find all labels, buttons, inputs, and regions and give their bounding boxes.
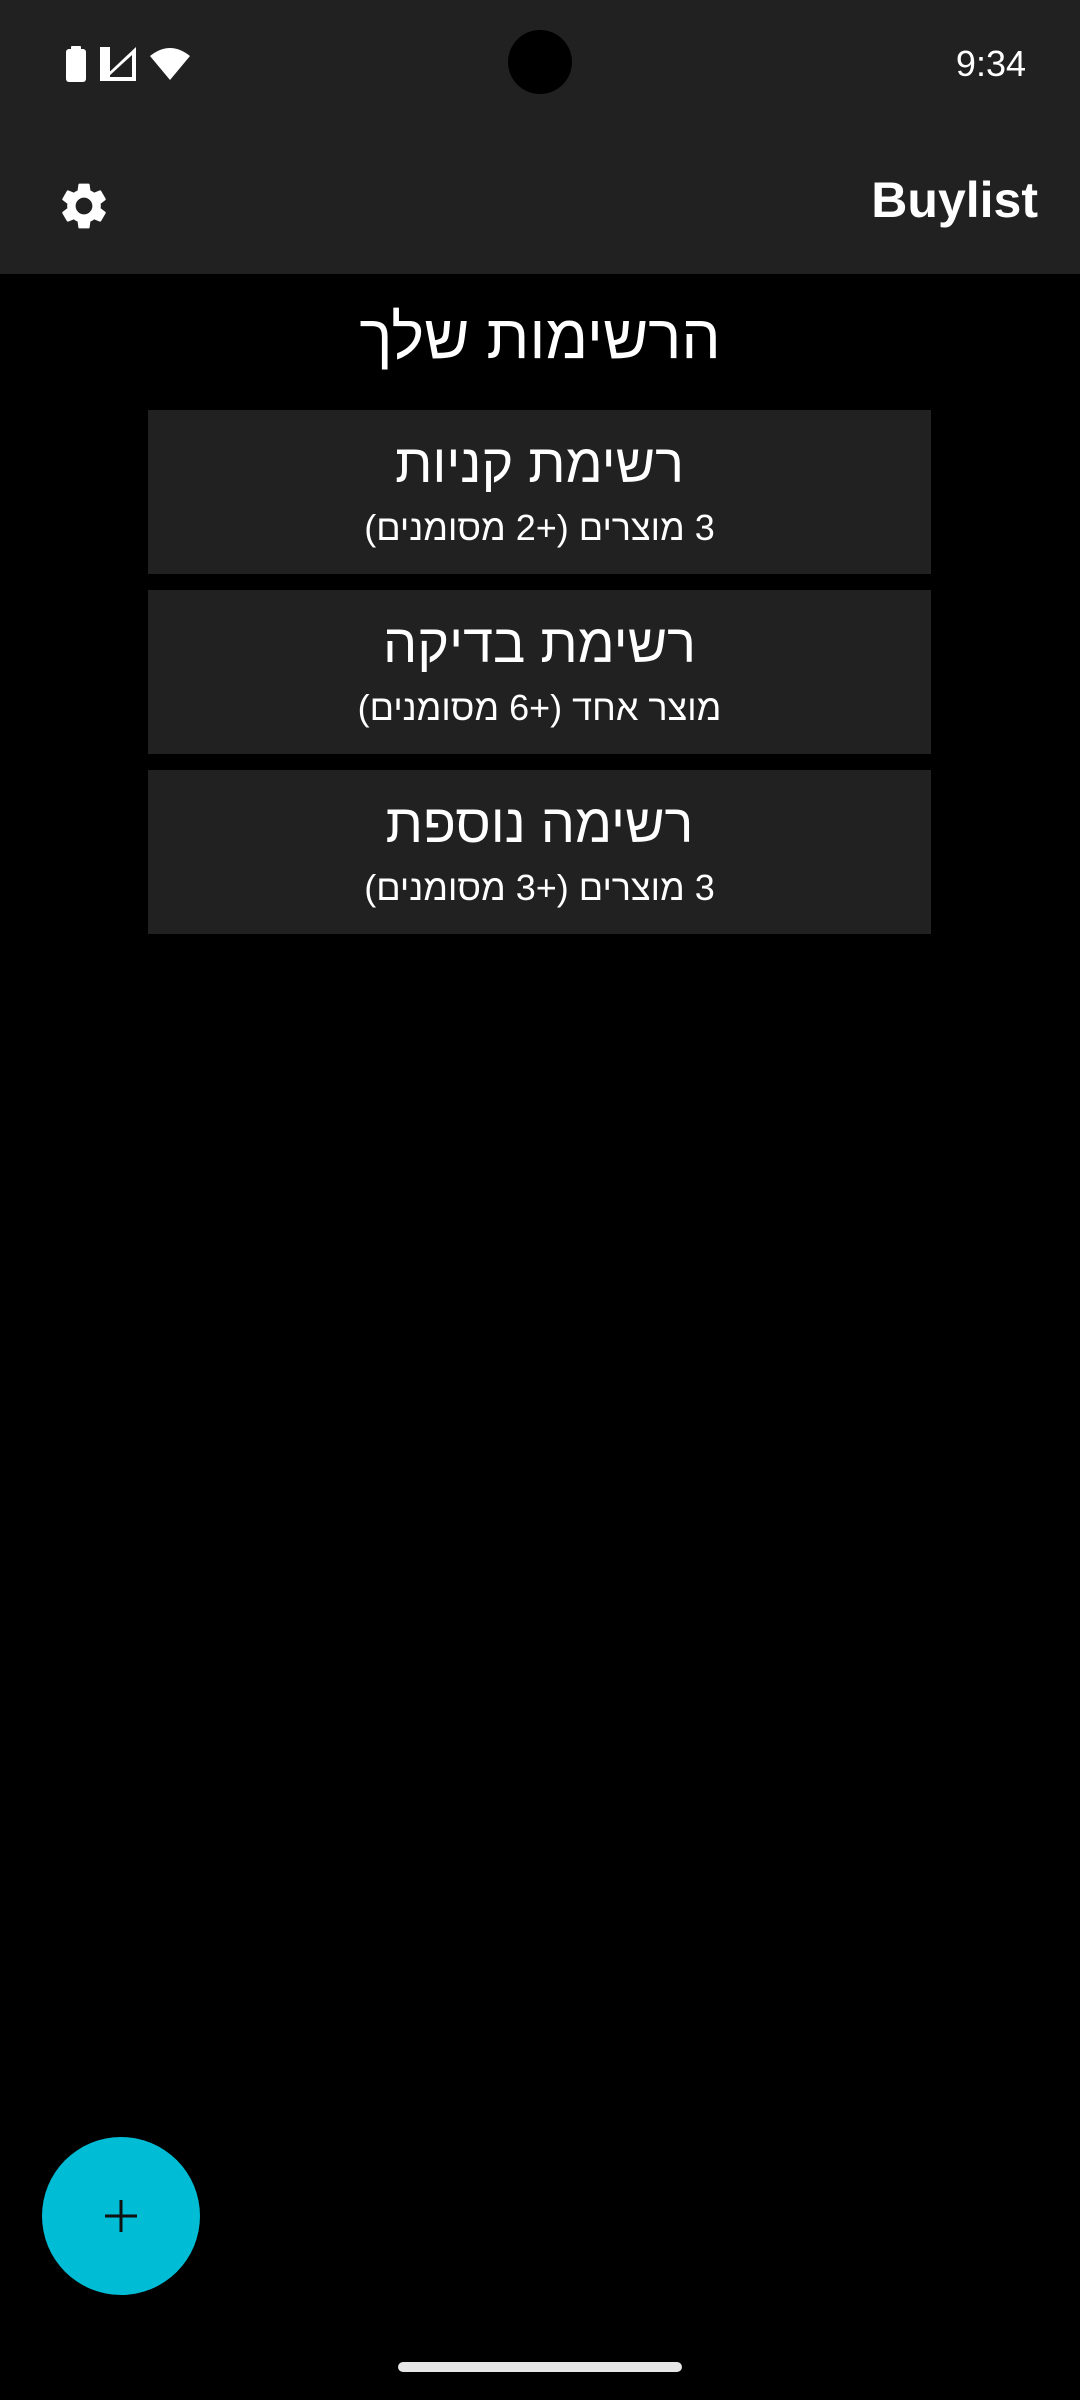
battery-icon (66, 46, 86, 82)
app-bar: Buylist (0, 128, 1080, 274)
list-card-check[interactable]: רשימת בדיקה מוצר אחד (+6 מסומנים) (148, 590, 931, 754)
plus-icon (105, 2200, 137, 2232)
add-list-button[interactable] (42, 2137, 200, 2295)
page-title: הרשימות שלך (359, 303, 721, 372)
list-summary: 3 מוצרים (+2 מסומנים) (364, 507, 715, 548)
list-name: רשימת בדיקה (383, 614, 696, 674)
list-card-shopping[interactable]: רשימת קניות 3 מוצרים (+2 מסומנים) (148, 410, 931, 574)
list-card-additional[interactable]: רשימה נוספת 3 מוצרים (+3 מסומנים) (148, 770, 931, 934)
list-name: רשימה נוספת (385, 794, 694, 854)
camera-cutout (508, 30, 572, 94)
list-summary: 3 מוצרים (+3 מסומנים) (364, 867, 715, 908)
home-indicator[interactable] (398, 2362, 682, 2372)
status-icons (66, 44, 190, 84)
settings-button[interactable] (46, 168, 122, 244)
cell-signal-icon (100, 47, 136, 81)
gear-icon (62, 183, 106, 229)
app-title: Buylist (871, 172, 1038, 228)
list-summary: מוצר אחד (+6 מסומנים) (357, 687, 722, 728)
status-time: 9:34 (955, 43, 1026, 84)
wifi-icon (150, 48, 190, 80)
status-bar: 9:34 (0, 0, 1080, 128)
list-name: רשימת קניות (395, 434, 684, 494)
